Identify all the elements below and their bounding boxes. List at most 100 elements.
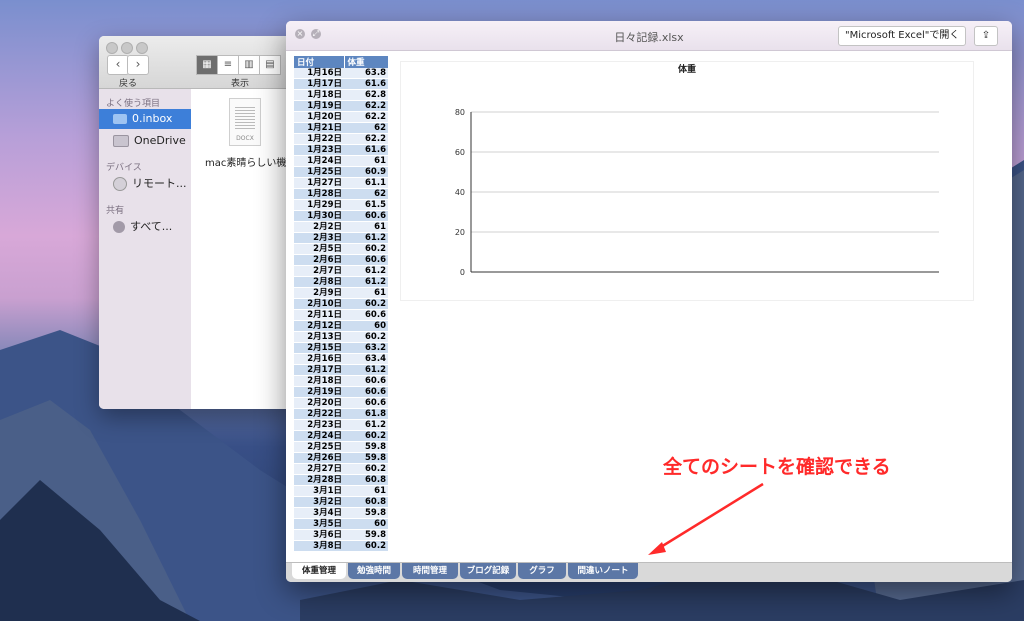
- table-row: 3月5日 60: [294, 518, 388, 530]
- sidebar-item-inbox[interactable]: 0.inbox: [99, 109, 191, 129]
- table-row: 3月2日 60.8: [294, 496, 388, 508]
- date-cell: 2月20日: [294, 397, 344, 409]
- weight-cell: 60.6: [344, 309, 388, 321]
- weight-cell: 62.2: [344, 100, 388, 112]
- date-cell: 2月22日: [294, 408, 344, 420]
- table-row: 2月27日 60.2: [294, 463, 388, 475]
- weight-cell: 61: [344, 287, 388, 299]
- y-tick-label: 20: [455, 228, 465, 237]
- file-name[interactable]: mac素晴らしい機能: [205, 154, 296, 169]
- date-cell: 1月25日: [294, 166, 344, 178]
- forward-arrow-icon[interactable]: ›: [127, 55, 149, 75]
- zoom-dot-icon[interactable]: [136, 42, 148, 54]
- table-row: 2月22日 61.8: [294, 408, 388, 420]
- weight-cell: 60.2: [344, 243, 388, 255]
- weight-cell: 62.2: [344, 133, 388, 145]
- weight-cell: 61.2: [344, 265, 388, 277]
- date-cell: 2月17日: [294, 364, 344, 376]
- date-cell: 3月5日: [294, 518, 344, 530]
- date-cell: 2月10日: [294, 298, 344, 310]
- weight-cell: 61.2: [344, 364, 388, 376]
- sidebar-item-all-shared[interactable]: すべて...: [99, 217, 191, 237]
- weight-cell: 60.2: [344, 430, 388, 442]
- date-cell: 2月3日: [294, 232, 344, 244]
- chart-svg: 体重 0 20 40 60 80: [455, 63, 939, 277]
- table-row: 2月12日 60: [294, 320, 388, 332]
- weight-cell: 61.2: [344, 232, 388, 244]
- share-icon[interactable]: ⇪: [974, 26, 998, 46]
- spreadsheet: 日付 体重 1月16日 63.8 1月17日 61.6 1月18日 62.8 1月19日 62…: [294, 56, 389, 552]
- weight-cell: 60.6: [344, 397, 388, 409]
- weight-cell: 59.8: [344, 529, 388, 541]
- table-row: 2月2日 61: [294, 221, 388, 233]
- column-header-date: 日付: [294, 56, 345, 68]
- table-row: 2月23日 61.2: [294, 419, 388, 431]
- devices-header: デバイス: [106, 163, 142, 173]
- tab-time-management[interactable]: 時間管理: [402, 563, 458, 579]
- back-arrow-icon[interactable]: ‹: [107, 55, 129, 75]
- chart-title: 体重: [678, 63, 696, 75]
- weight-cell: 61.2: [344, 276, 388, 288]
- icon-view-icon[interactable]: ▦: [196, 55, 218, 75]
- date-cell: 3月6日: [294, 529, 344, 541]
- weight-cell: 59.8: [344, 441, 388, 453]
- weight-cell: 59.8: [344, 452, 388, 464]
- tab-graph[interactable]: グラフ: [518, 563, 566, 579]
- tab-blog-record[interactable]: ブログ記録: [460, 563, 516, 579]
- table-row: 1月27日 61.1: [294, 177, 388, 189]
- data-table: 日付 体重 1月16日 63.8 1月17日 61.6 1月18日 62.8 1月19日 62…: [294, 56, 389, 552]
- sidebar-item-remote-disc[interactable]: リモート...: [99, 174, 191, 194]
- weight-cell: 61: [344, 155, 388, 167]
- file-extension: DOCX: [236, 135, 254, 142]
- column-header-weight: 体重: [344, 56, 389, 68]
- weight-cell: 60.6: [344, 210, 388, 222]
- tab-study-time[interactable]: 勉強時間: [348, 563, 400, 579]
- date-cell: 1月17日: [294, 78, 344, 90]
- weight-cell: 59.8: [344, 507, 388, 519]
- docx-file-icon[interactable]: DOCX: [229, 98, 261, 146]
- date-cell: 2月8日: [294, 276, 344, 288]
- date-cell: 2月15日: [294, 342, 344, 354]
- date-cell: 1月23日: [294, 144, 344, 156]
- sidebar-item-label: OneDrive: [134, 134, 186, 147]
- sidebar-item-label: 0.inbox: [132, 112, 173, 125]
- date-cell: 2月12日: [294, 320, 344, 332]
- table-row: 1月25日 60.9: [294, 166, 388, 178]
- date-cell: 2月18日: [294, 375, 344, 387]
- annotation-text: 全てのシートを確認できる: [663, 456, 891, 478]
- close-dot-icon[interactable]: [106, 42, 118, 54]
- column-view-icon[interactable]: ▥: [238, 55, 260, 75]
- table-row: 1月19日 62.2: [294, 100, 388, 112]
- sidebar-item-onedrive[interactable]: OneDrive: [99, 131, 191, 151]
- table-row: 2月5日 60.2: [294, 243, 388, 255]
- date-cell: 2月16日: [294, 353, 344, 365]
- table-row: 1月28日 62: [294, 188, 388, 200]
- date-cell: 1月29日: [294, 199, 344, 211]
- weight-cell: 61.6: [344, 144, 388, 156]
- table-row: 1月29日 61.5: [294, 199, 388, 211]
- document-lines: [235, 107, 255, 131]
- weight-cell: 63.8: [344, 68, 388, 79]
- weight-cell: 61.8: [344, 408, 388, 420]
- list-view-icon[interactable]: ≡: [217, 55, 239, 75]
- date-cell: 2月19日: [294, 386, 344, 398]
- weight-cell: 60.6: [344, 254, 388, 266]
- shared-header: 共有: [106, 206, 125, 216]
- weight-cell: 62: [344, 188, 388, 200]
- y-tick-label: 40: [455, 188, 465, 197]
- back-label: 戻る: [119, 79, 138, 89]
- table-row: 2月10日 60.2: [294, 298, 388, 310]
- finder-toolbar: ‹ › 戻る ▦ ≡ ▥ ▤ 表示: [99, 36, 299, 89]
- date-cell: 2月23日: [294, 419, 344, 431]
- coverflow-view-icon[interactable]: ▤: [259, 55, 281, 75]
- tab-weight-management[interactable]: 体重管理: [292, 563, 346, 579]
- table-row: 2月17日 61.2: [294, 364, 388, 376]
- minimize-dot-icon[interactable]: [121, 42, 133, 54]
- table-row: 1月23日 61.6: [294, 144, 388, 156]
- network-globe-icon: [113, 221, 125, 233]
- tab-mistake-notes[interactable]: 間違いノート: [568, 563, 638, 579]
- open-with-excel-button[interactable]: "Microsoft Excel"で開く: [838, 26, 967, 46]
- weight-cell: 60.6: [344, 386, 388, 398]
- date-cell: 3月4日: [294, 507, 344, 519]
- date-cell: 2月25日: [294, 441, 344, 453]
